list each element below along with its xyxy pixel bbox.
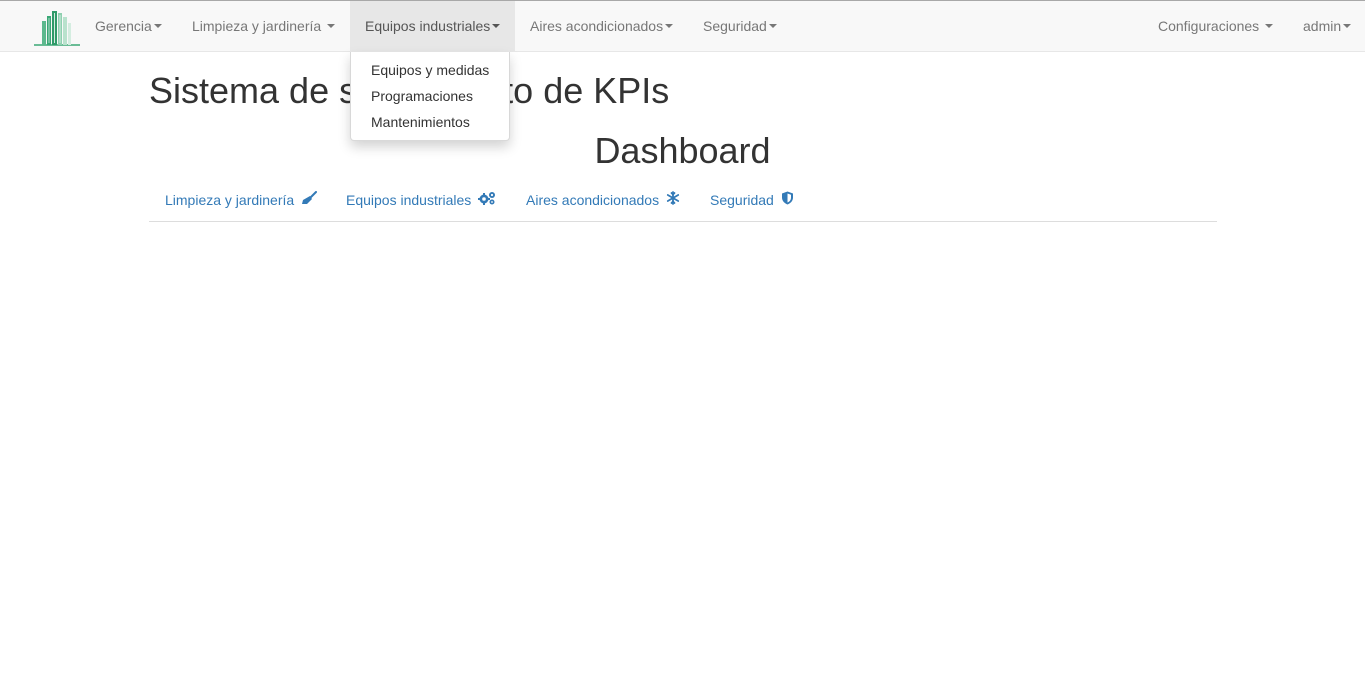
tab-limpieza[interactable]: Limpieza y jardinería (165, 180, 318, 221)
nav-aires-label: Aires acondicionados (530, 18, 664, 34)
nav-gerencia-label: Gerencia (95, 18, 152, 34)
tab-seguridad[interactable]: Seguridad (710, 180, 794, 221)
tab-equipos[interactable]: Equipos industriales (346, 180, 496, 221)
cogs-icon (478, 180, 496, 221)
caret-down-icon (492, 24, 501, 29)
broom-icon (301, 180, 318, 221)
caret-down-icon (327, 24, 336, 29)
tab-aires[interactable]: Aires acondicionados (526, 180, 680, 221)
nav-equipos-label: Equipos industriales (365, 18, 491, 34)
tab-aires-label: Aires acondicionados (526, 192, 660, 208)
nav-limpieza-label: Limpieza y jardinería (192, 18, 322, 34)
nav-limpieza[interactable]: Limpieza y jardinería (192, 1, 336, 52)
caret-down-icon (768, 24, 777, 29)
caret-down-icon (1265, 24, 1274, 29)
top-navbar: Gerencia Limpieza y jardinería Equipos i… (0, 0, 1365, 52)
nav-aires[interactable]: Aires acondicionados (530, 1, 674, 52)
nav-seguridad[interactable]: Seguridad (703, 1, 777, 52)
nav-configuraciones-label: Configuraciones (1158, 18, 1260, 34)
tab-seguridad-label: Seguridad (710, 192, 774, 208)
dashboard-heading: Dashboard (594, 130, 771, 171)
dropdown-item-equipos-medidas[interactable]: Equipos y medidas (371, 60, 489, 80)
dropdown-item-programaciones[interactable]: Programaciones (371, 86, 473, 106)
nav-equipos-industriales[interactable]: Equipos industriales (350, 1, 515, 52)
nav-admin-label: admin (1303, 18, 1342, 34)
equipos-dropdown-menu: Equipos y medidas Programaciones Manteni… (350, 52, 510, 141)
tab-equipos-label: Equipos industriales (346, 192, 472, 208)
shield-icon (781, 180, 794, 221)
caret-down-icon (1343, 24, 1352, 29)
tab-limpieza-label: Limpieza y jardinería (165, 192, 295, 208)
nav-gerencia[interactable]: Gerencia (95, 1, 162, 52)
dropdown-item-mantenimientos[interactable]: Mantenimientos (371, 112, 470, 132)
caret-down-icon (153, 24, 162, 29)
caret-down-icon (665, 24, 674, 29)
nav-admin[interactable]: admin (1303, 1, 1352, 52)
dashboard-tabs: Limpieza y jardinería Equipos industrial… (149, 180, 1217, 222)
snowflake-icon (666, 180, 680, 221)
nav-seguridad-label: Seguridad (703, 18, 767, 34)
nav-configuraciones[interactable]: Configuraciones (1158, 1, 1274, 52)
building-logo-icon[interactable] (32, 7, 82, 49)
